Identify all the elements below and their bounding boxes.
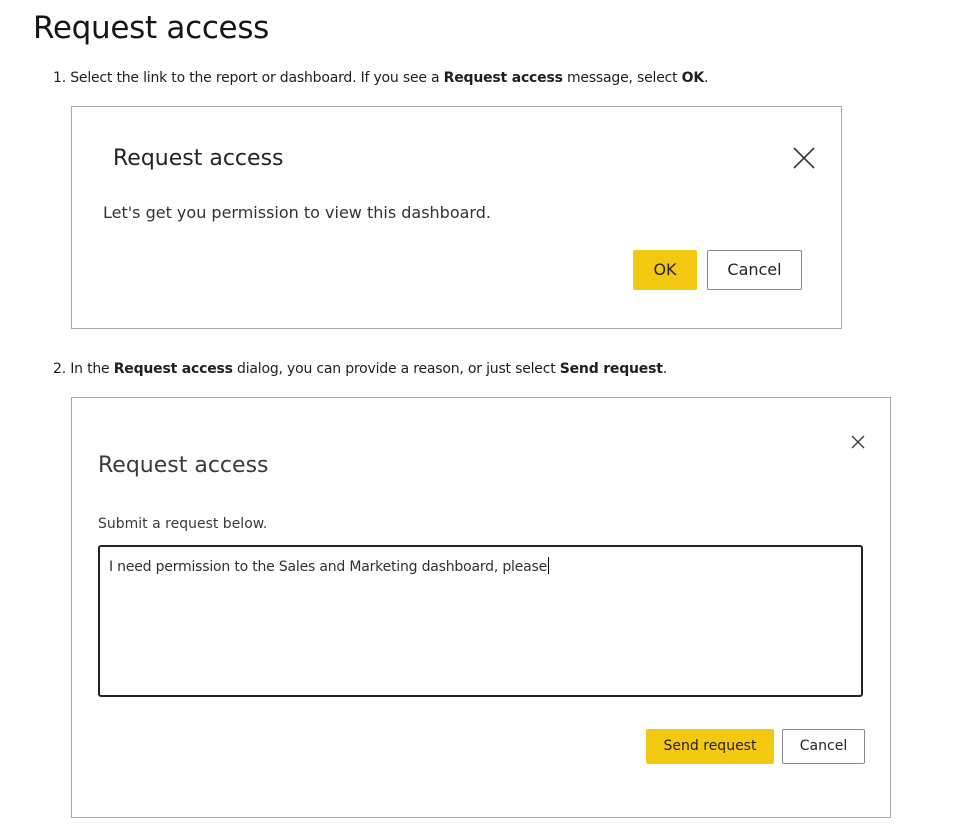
step-1-instruction: 1. Select the link to the report or dash… xyxy=(53,68,708,88)
step-number: 2. xyxy=(53,361,66,377)
step-2-instruction: 2. In the Request access dialog, you can… xyxy=(53,359,667,379)
step-text: message, select xyxy=(562,70,682,86)
dialog-title: Request access xyxy=(98,453,269,478)
dialog-title: Request access xyxy=(113,146,284,171)
close-icon[interactable] xyxy=(851,434,865,449)
step-bold-text: Request access xyxy=(113,361,233,377)
request-access-dialog-screenshot: Request access Submit a request below. I… xyxy=(71,397,891,818)
request-reason-textarea[interactable]: I need permission to the Sales and Marke… xyxy=(98,545,863,697)
step-bold-text: Request access xyxy=(443,70,563,86)
step-text: . xyxy=(704,70,709,86)
text-caret xyxy=(548,557,550,574)
step-text: In the xyxy=(65,361,114,377)
step-text: Select the link to the report or dashboa… xyxy=(65,70,444,86)
request-access-prompt-screenshot: Request access Let's get you permission … xyxy=(71,106,842,329)
ok-button[interactable]: OK xyxy=(633,250,697,290)
send-request-button[interactable]: Send request xyxy=(646,729,774,764)
cancel-button[interactable]: Cancel xyxy=(707,250,802,290)
request-reason-text: I need permission to the Sales and Marke… xyxy=(109,557,550,577)
step-text: . xyxy=(662,361,667,377)
page-title: Request access xyxy=(33,10,270,46)
close-icon[interactable] xyxy=(791,145,817,171)
step-bold-text: OK xyxy=(681,70,705,86)
request-label: Submit a request below. xyxy=(98,516,268,532)
step-number: 1. xyxy=(53,70,66,86)
request-reason-value: I need permission to the Sales and Marke… xyxy=(109,559,548,575)
cancel-button[interactable]: Cancel xyxy=(782,729,865,764)
step-text: dialog, you can provide a reason, or jus… xyxy=(232,361,560,377)
step-bold-text: Send request xyxy=(559,361,663,377)
dialog-message: Let's get you permission to view this da… xyxy=(103,203,491,222)
